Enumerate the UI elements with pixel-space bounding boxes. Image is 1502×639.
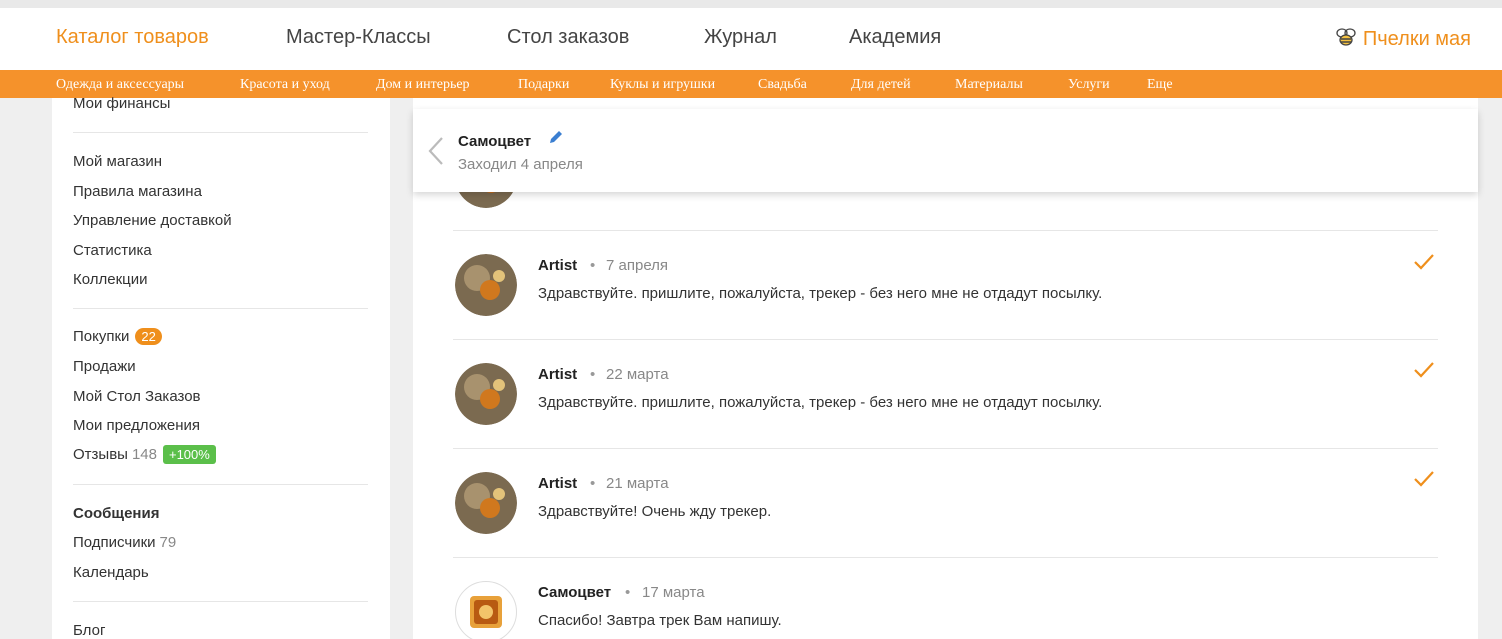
- nav-catalog[interactable]: Каталог товаров: [56, 26, 209, 49]
- nav-order-table[interactable]: Стол заказов: [507, 26, 629, 49]
- separator-dot: •: [590, 475, 596, 492]
- sidebar-item-sales[interactable]: Продажи: [73, 358, 136, 375]
- nav-journal[interactable]: Журнал: [704, 26, 777, 49]
- divider: [73, 601, 368, 602]
- sidebar-item-blog[interactable]: Блог: [73, 622, 105, 639]
- separator-dot: •: [625, 584, 631, 601]
- message-text: Здравствуйте. пришлите, пожалуйста, трек…: [538, 285, 1103, 302]
- read-check-icon: [1414, 362, 1434, 378]
- purchases-label: Покупки: [73, 328, 130, 345]
- message-text: Здравствуйте! Очень жду трекер.: [538, 503, 772, 520]
- message-date: 7 апреля: [606, 257, 669, 274]
- chevron-left-icon[interactable]: [426, 135, 446, 167]
- category-more[interactable]: Еще: [1147, 77, 1173, 93]
- sidebar-item-subscribers[interactable]: Подписчики 79: [73, 534, 176, 551]
- category-wedding[interactable]: Свадьба: [758, 77, 807, 93]
- message-author[interactable]: Самоцвет: [538, 584, 611, 601]
- avatar[interactable]: [455, 472, 517, 534]
- divider: [453, 339, 1438, 340]
- reviews-count: 148: [131, 446, 157, 463]
- message-author[interactable]: Artist: [538, 366, 577, 383]
- category-materials[interactable]: Материалы: [955, 77, 1023, 93]
- sidebar-item-messages[interactable]: Сообщения: [73, 505, 159, 522]
- nav-academy[interactable]: Академия: [849, 26, 941, 49]
- sidebar-item-my-shop[interactable]: Мой магазин: [73, 153, 162, 170]
- divider: [453, 230, 1438, 231]
- sidebar-item-delivery[interactable]: Управление доставкой: [73, 212, 232, 229]
- divider: [73, 308, 368, 309]
- separator-dot: •: [590, 257, 596, 274]
- category-services[interactable]: Услуги: [1068, 77, 1110, 93]
- subscribers-label: Подписчики: [73, 534, 156, 551]
- category-beauty[interactable]: Красота и уход: [240, 77, 330, 93]
- sidebar: Мои финансы Мой магазин Правила магазина…: [52, 95, 390, 639]
- chat-contact-name[interactable]: Самоцвет: [458, 133, 531, 150]
- sidebar-item-shop-rules[interactable]: Правила магазина: [73, 183, 202, 200]
- subscribers-count: 79: [159, 534, 177, 551]
- message-date: 21 марта: [606, 475, 669, 492]
- avatar[interactable]: [455, 363, 517, 425]
- read-check-icon: [1414, 471, 1434, 487]
- separator-dot: •: [590, 366, 596, 383]
- divider: [73, 132, 368, 133]
- top-strip: [0, 0, 1502, 8]
- user-name: Пчелки мая: [1362, 28, 1471, 50]
- category-home[interactable]: Дом и интерьер: [376, 77, 470, 93]
- sidebar-item-collections[interactable]: Коллекции: [73, 271, 148, 288]
- divider: [453, 557, 1438, 558]
- chat-header: Самоцвет Заходил 4 апреля: [413, 109, 1478, 192]
- category-dolls[interactable]: Куклы и игрушки: [610, 77, 715, 93]
- sidebar-item-purchases[interactable]: Покупки 22: [73, 328, 162, 345]
- message-text: Здравствуйте. пришлите, пожалуйста, трек…: [538, 394, 1103, 411]
- category-bar: Одежда и аксессуары Красота и уход Дом и…: [0, 70, 1502, 98]
- user-menu[interactable]: Пчелки мая: [1335, 26, 1471, 51]
- sidebar-item-calendar[interactable]: Календарь: [73, 564, 149, 581]
- read-check-icon: [1414, 254, 1434, 270]
- avatar[interactable]: [455, 254, 517, 316]
- divider: [73, 484, 368, 485]
- avatar[interactable]: [455, 581, 517, 639]
- bee-icon: [1336, 28, 1356, 46]
- sidebar-item-reviews[interactable]: Отзывы 148 +100%: [73, 445, 216, 464]
- purchases-count-badge: 22: [135, 328, 162, 345]
- category-kids[interactable]: Для детей: [851, 77, 911, 93]
- sidebar-item-statistics[interactable]: Статистика: [73, 242, 152, 259]
- reviews-label: Отзывы: [73, 446, 128, 463]
- top-navigation: Каталог товаров Мастер-Классы Стол заказ…: [0, 8, 1502, 70]
- category-gifts[interactable]: Подарки: [518, 77, 569, 93]
- message-author[interactable]: Artist: [538, 475, 577, 492]
- nav-master-classes[interactable]: Мастер-Классы: [286, 26, 431, 49]
- message-text: Спасибо! Завтра трек Вам напишу.: [538, 612, 782, 629]
- message-date: 22 марта: [606, 366, 669, 383]
- pencil-icon[interactable]: [548, 129, 564, 145]
- sidebar-item-orders[interactable]: Мой Стол Заказов: [73, 388, 201, 405]
- message-author[interactable]: Artist: [538, 257, 577, 274]
- sidebar-item-offers[interactable]: Мои предложения: [73, 417, 200, 434]
- divider: [453, 448, 1438, 449]
- reviews-rating-badge: +100%: [162, 445, 216, 464]
- category-clothes[interactable]: Одежда и аксессуары: [56, 77, 184, 93]
- last-seen-status: Заходил 4 апреля: [458, 156, 583, 173]
- sidebar-item-finances[interactable]: Мои финансы: [73, 95, 170, 112]
- message-date: 17 марта: [642, 584, 705, 601]
